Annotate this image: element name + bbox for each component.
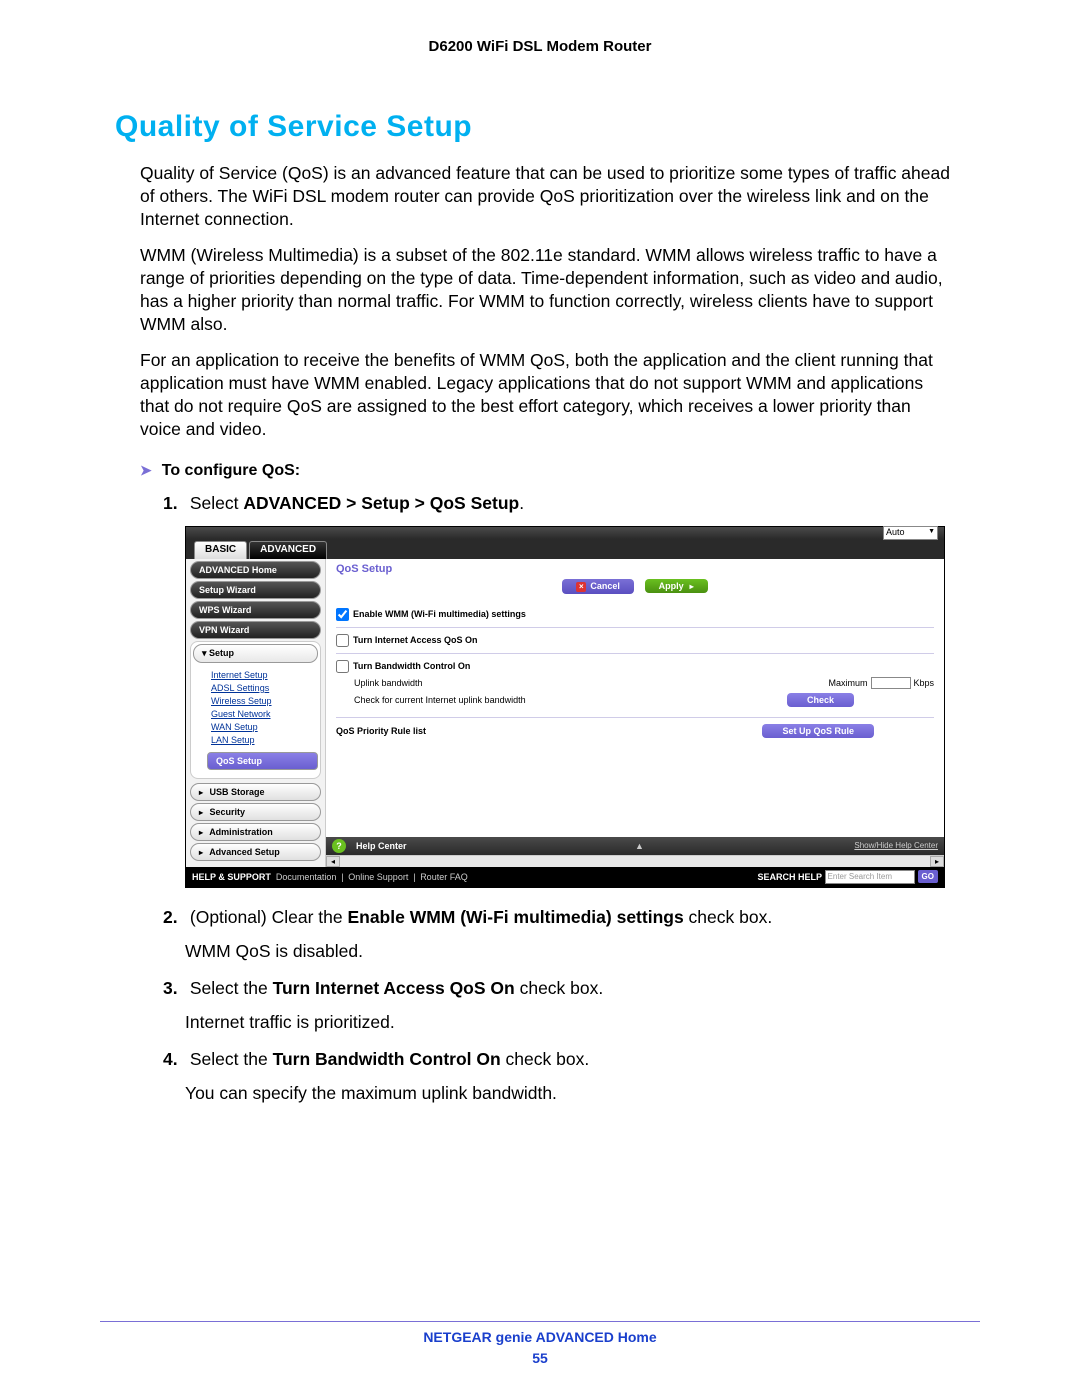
step-2-result: WMM QoS is disabled. <box>185 940 950 964</box>
sidebar-vpn-wizard[interactable]: VPN Wizard <box>190 621 321 639</box>
tab-row: BASIC ADVANCED <box>186 539 944 559</box>
maximum-label: Maximum <box>828 678 867 688</box>
sidebar-setup-expanded[interactable]: ▾ Setup <box>193 644 318 663</box>
link-wan-setup[interactable]: WAN Setup <box>211 722 318 732</box>
showhide-link[interactable]: Show/Hide Help Center <box>854 841 938 850</box>
sidebar-qos-setup-selected[interactable]: QoS Setup <box>207 752 318 770</box>
link-wireless-setup[interactable]: Wireless Setup <box>211 696 318 706</box>
step-4-result: You can specify the maximum uplink bandw… <box>185 1082 950 1106</box>
link-adsl-settings[interactable]: ADSL Settings <box>211 683 318 693</box>
close-icon: × <box>576 582 586 592</box>
bandwidth-row: Turn Bandwidth Control On Uplink bandwid… <box>336 654 934 718</box>
footer-strip: HELP & SUPPORT Documentation| Online Sup… <box>186 867 944 887</box>
horizontal-scrollbar[interactable]: ◂ ▸ <box>326 855 944 867</box>
search-help-input[interactable] <box>825 870 915 884</box>
link-router-faq[interactable]: Router FAQ <box>420 872 468 882</box>
step-3: 3. Select the Turn Internet Access QoS O… <box>163 977 950 1001</box>
sidebar-setup-sublinks: Internet Setup ADSL Settings Wireless Se… <box>193 665 318 750</box>
tab-basic[interactable]: BASIC <box>194 541 247 559</box>
main-panel: QoS Setup ×Cancel Apply▸ Enable WMM (Wi-… <box>326 559 944 867</box>
sidebar-setup-wizard[interactable]: Setup Wizard <box>190 581 321 599</box>
chevron-icon: ➤ <box>140 462 152 478</box>
window-top-strip: Auto <box>186 527 944 539</box>
help-icon: ? <box>332 839 346 853</box>
expand-icon[interactable]: ▲ <box>635 841 644 851</box>
internet-qos-row: Turn Internet Access QoS On <box>336 628 934 654</box>
step-3-result: Internet traffic is prioritized. <box>185 1011 950 1035</box>
go-button[interactable]: GO <box>918 870 938 883</box>
wmm-checkbox[interactable] <box>336 608 349 621</box>
uplink-label: Uplink bandwidth <box>354 678 574 688</box>
rule-list-row: QoS Priority Rule list Set Up QoS Rule <box>336 718 934 744</box>
sidebar: ADVANCED Home Setup Wizard WPS Wizard VP… <box>186 559 326 867</box>
check-uplink-label: Check for current Internet uplink bandwi… <box>354 695 614 705</box>
footer-rule <box>100 1321 980 1322</box>
sidebar-usb-storage[interactable]: ▸ USB Storage <box>190 783 321 801</box>
internet-qos-checkbox[interactable] <box>336 634 349 647</box>
link-online-support[interactable]: Online Support <box>348 872 408 882</box>
arrow-icon: ▸ <box>690 582 694 591</box>
sidebar-advanced-home[interactable]: ADVANCED Home <box>190 561 321 579</box>
sidebar-advanced-setup[interactable]: ▸ Advanced Setup <box>190 843 321 861</box>
link-internet-setup[interactable]: Internet Setup <box>211 670 318 680</box>
bandwidth-checkbox[interactable] <box>336 660 349 673</box>
help-center-bar[interactable]: ? Help Center ▲ Show/Hide Help Center <box>326 837 944 855</box>
link-guest-network[interactable]: Guest Network <box>211 709 318 719</box>
page-header: D6200 WiFi DSL Modem Router <box>0 0 1080 55</box>
rule-list-label: QoS Priority Rule list <box>336 726 762 736</box>
panel-title: QoS Setup <box>336 563 934 575</box>
sidebar-wps-wizard[interactable]: WPS Wizard <box>190 601 321 619</box>
router-screenshot: Auto BASIC ADVANCED ADVANCED Home Setup … <box>185 526 945 888</box>
bandwidth-input[interactable] <box>871 677 911 689</box>
step-4: 4. Select the Turn Bandwidth Control On … <box>163 1048 950 1072</box>
sidebar-administration[interactable]: ▸ Administration <box>190 823 321 841</box>
paragraph-3: For an application to receive the benefi… <box>140 349 950 440</box>
step-1: 1. Select ADVANCED > Setup > QoS Setup. <box>163 492 950 516</box>
scroll-right-icon[interactable]: ▸ <box>930 856 944 867</box>
cancel-button[interactable]: ×Cancel <box>562 579 634 594</box>
page-footer: NETGEAR genie ADVANCED Home 55 <box>0 1327 1080 1369</box>
apply-button[interactable]: Apply▸ <box>645 579 708 593</box>
procedure-heading: ➤To configure QoS: <box>140 462 950 480</box>
tab-advanced[interactable]: ADVANCED <box>249 541 327 559</box>
kbps-label: Kbps <box>913 678 934 688</box>
check-button[interactable]: Check <box>787 693 854 707</box>
scroll-left-icon[interactable]: ◂ <box>326 856 340 867</box>
paragraph-2: WMM (Wireless Multimedia) is a subset of… <box>140 244 950 335</box>
setup-qos-rule-button[interactable]: Set Up QoS Rule <box>762 724 874 738</box>
language-select[interactable]: Auto <box>883 526 938 540</box>
sidebar-security[interactable]: ▸ Security <box>190 803 321 821</box>
link-lan-setup[interactable]: LAN Setup <box>211 735 318 745</box>
paragraph-1: Quality of Service (QoS) is an advanced … <box>140 162 950 230</box>
link-documentation[interactable]: Documentation <box>276 872 337 882</box>
section-heading: Quality of Service Setup <box>115 110 950 144</box>
step-2: 2. (Optional) Clear the Enable WMM (Wi-F… <box>163 906 950 930</box>
wmm-row: Enable WMM (Wi-Fi multimedia) settings <box>336 602 934 628</box>
